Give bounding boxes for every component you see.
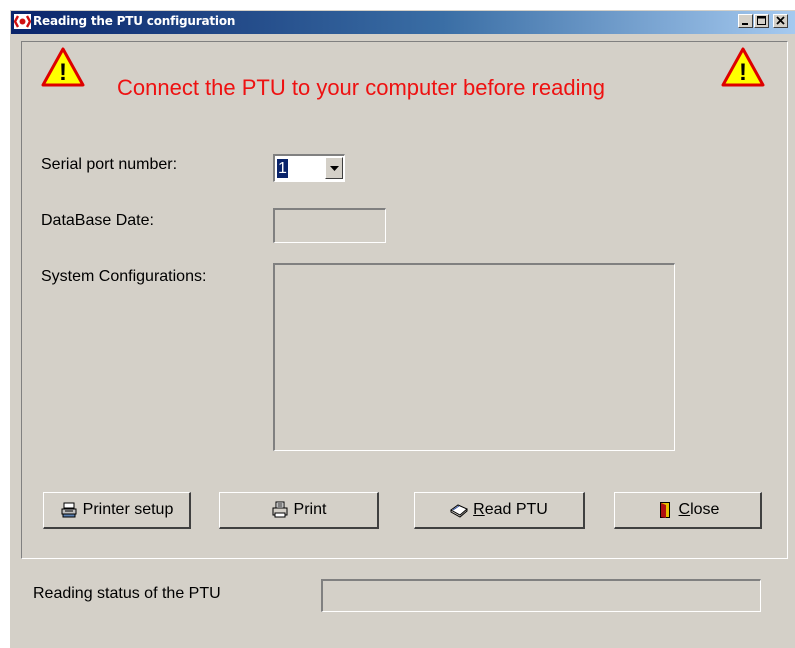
warning-triangle-icon: ! xyxy=(41,47,85,87)
read-ptu-accelerator: R xyxy=(473,501,485,518)
system-configurations-label: System Configurations: xyxy=(41,268,207,285)
close-window-button[interactable] xyxy=(773,14,788,28)
print-button[interactable]: Print xyxy=(219,492,379,529)
title-bar[interactable]: Reading the PTU configuration xyxy=(11,11,795,34)
minimize-button[interactable] xyxy=(738,14,753,28)
warning-triangle-icon: ! xyxy=(721,47,765,87)
close-button[interactable]: Close xyxy=(614,492,762,529)
serial-port-select[interactable]: 1 xyxy=(273,154,345,182)
printer-setup-icon xyxy=(61,502,77,518)
serial-port-dropdown-button[interactable] xyxy=(325,157,343,179)
chevron-down-icon xyxy=(330,166,339,171)
minimize-icon xyxy=(742,23,748,25)
svg-text:!: ! xyxy=(739,59,747,86)
window-title: Reading the PTU configuration xyxy=(33,14,236,28)
database-date-field xyxy=(273,208,386,243)
printer-setup-button[interactable]: Printer setup xyxy=(43,492,191,529)
app-logo-icon xyxy=(14,14,31,29)
database-date-label: DataBase Date: xyxy=(41,212,154,229)
dialog-window: Reading the PTU configuration ! Connect … xyxy=(10,10,795,648)
warning-message: Connect the PTU to your computer before … xyxy=(117,75,605,100)
reading-status-field xyxy=(321,579,761,612)
system-configurations-box[interactable] xyxy=(273,263,675,451)
exit-door-icon xyxy=(659,502,670,518)
read-ptu-label: Read PTU xyxy=(473,501,548,519)
read-ptu-button[interactable]: Read PTU xyxy=(414,492,585,529)
printer-icon xyxy=(272,501,288,518)
close-icon xyxy=(776,16,785,25)
close-label-rest: lose xyxy=(690,501,720,518)
serial-port-label: Serial port number: xyxy=(41,156,178,173)
close-label: Close xyxy=(679,501,720,519)
read-book-icon xyxy=(450,504,469,518)
svg-text:!: ! xyxy=(59,59,67,86)
close-accelerator: C xyxy=(678,501,691,518)
print-label: Print xyxy=(293,501,327,518)
read-ptu-label-rest: ead PTU xyxy=(484,501,548,518)
serial-port-value: 1 xyxy=(277,159,288,178)
maximize-button[interactable] xyxy=(754,14,769,28)
reading-status-label: Reading status of the PTU xyxy=(33,585,221,602)
maximize-icon xyxy=(757,16,766,25)
printer-setup-label: Printer setup xyxy=(82,501,174,518)
